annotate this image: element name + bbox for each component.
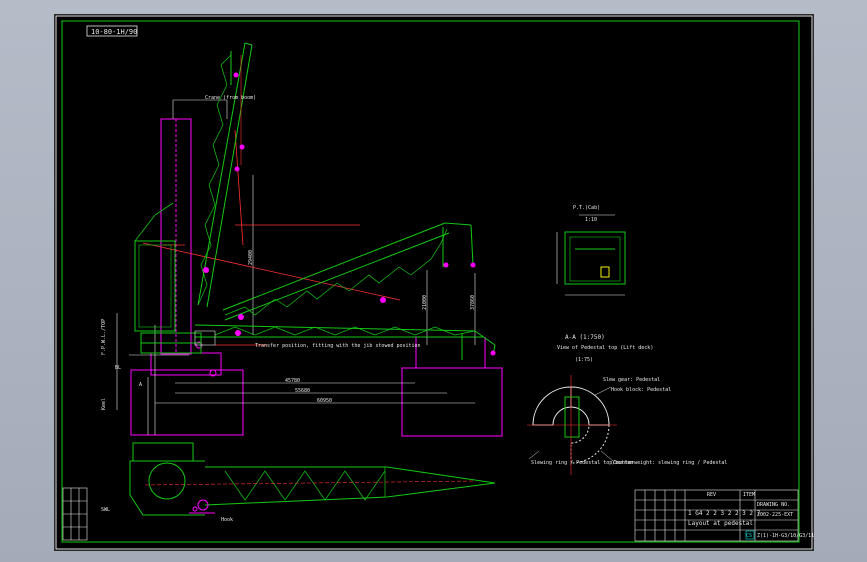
title-item-col: ITEM [743,492,756,498]
dim-reach-1: 45780 [285,378,301,384]
elevation-label-3: BL [115,365,122,371]
crane-accents [203,72,496,356]
title-drawing-no-label: DRAWING NO. [757,502,791,508]
cab-detail [556,214,626,296]
main-note: Transfer position, fitting with the jib … [255,343,421,349]
dim-jib-length: Crane (from boom) [205,95,257,101]
revision-table [62,487,88,541]
title-project: 2002-225-EXT [757,512,794,518]
jib-inclined [222,222,474,321]
elevation-label-1: F.P.W.L./TOP [101,318,107,355]
title-rev-col: REV [707,492,717,498]
drawing-id: 10-80-1H/90 [91,28,138,36]
plan-label-left: SWL [101,507,111,513]
callout-hook-block: Hook block: Pedestal [611,387,672,393]
section-view-title: A-A (1:750) [565,334,605,341]
dim-reach-3: 60950 [317,398,333,404]
dim-height-1: 29400 [248,249,254,265]
title-doc-no: 1 G4 2 2 3 2 2 3 2 7 [688,510,761,517]
dim-reach-2: 55680 [295,388,311,394]
cab-view-title: P.T.(Cab) [573,205,601,211]
plan-label-bottom: Hook [221,517,234,523]
callout-counterweight: Counterweight: slewing ring / Pedestal [613,460,728,466]
elevation-label-2: Keel [101,397,107,410]
dim-height-3: 37860 [470,294,476,310]
section-marker-a: A [139,382,143,388]
stowage-ropes [142,129,401,346]
dim-height-2: 21000 [422,294,428,310]
title-file-code: Z(1)-1H-G3/10/G3/11 [757,533,815,539]
crane-drawing [55,15,813,550]
outer-frame [55,15,813,550]
title-doc-title: Layout at pedestal [688,520,754,527]
section-view-subtitle: View of Pedestal top (Lift deck) [557,345,654,351]
callout-slew-gear: Slew gear: Pedestal [603,377,661,383]
drawing-sheet[interactable]: 10-80-1H/90 Transfer position, fitting w… [54,14,814,551]
dimension-lines [116,99,476,435]
title-company: CS [746,533,753,539]
cad-viewport[interactable]: 10-80-1H/90 Transfer position, fitting w… [0,0,867,562]
plan-view [129,442,496,516]
section-view-scale: (1:75) [575,357,594,363]
pedestal-structure [130,118,503,437]
cab-view-scale: 1:10 [585,217,598,223]
